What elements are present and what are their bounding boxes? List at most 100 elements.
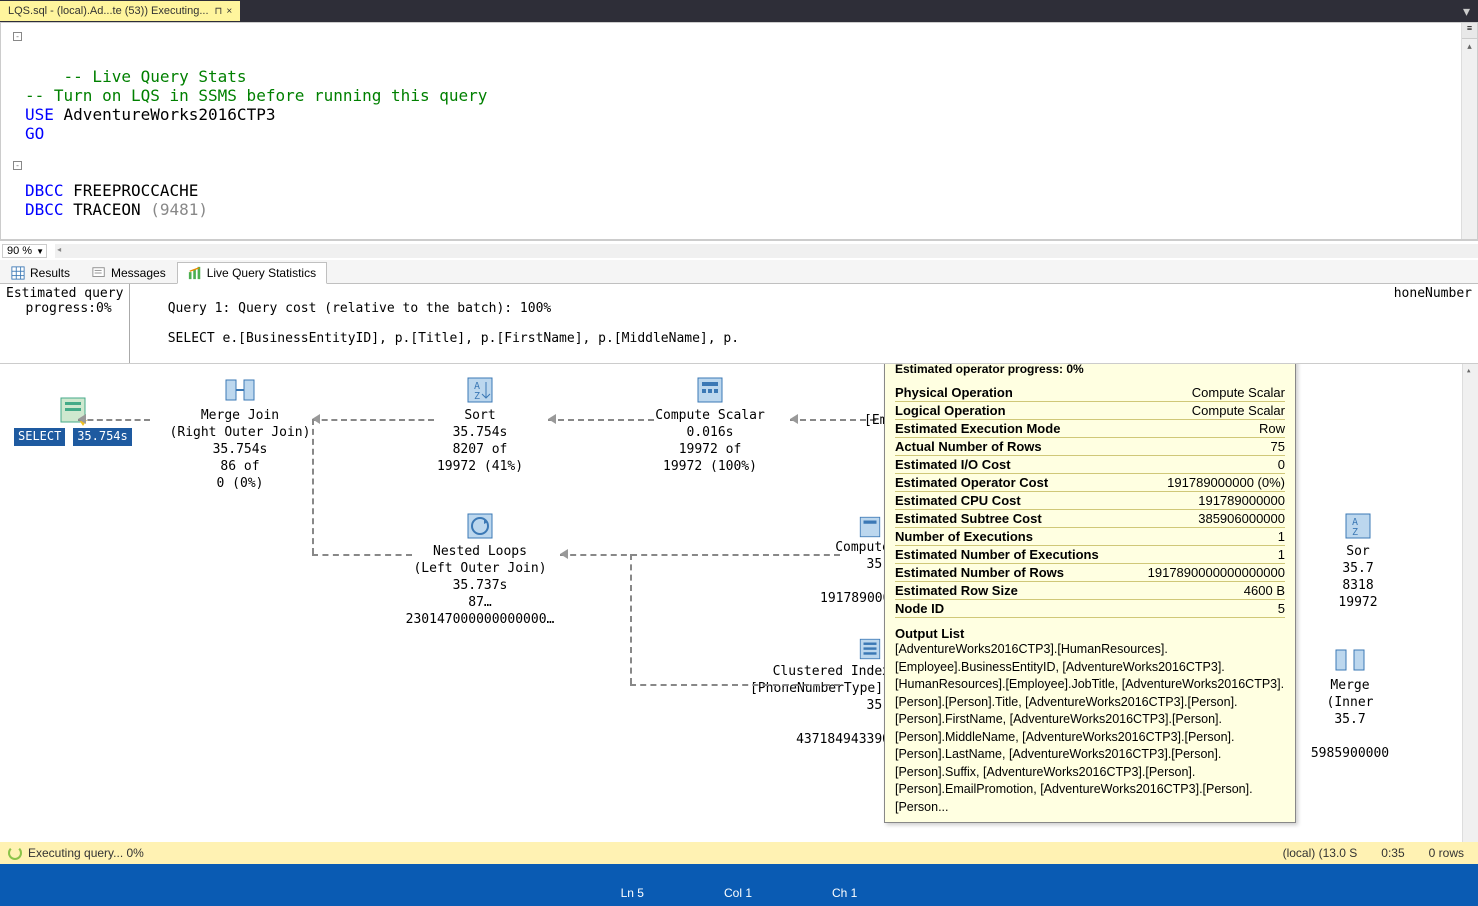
plan-arrow	[630, 684, 840, 686]
code-keyword: USE	[25, 105, 54, 124]
arrow-head-icon	[560, 549, 568, 559]
lqs-icon	[188, 266, 202, 280]
horizontal-scrollbar[interactable]: ◂	[55, 244, 1478, 258]
grid-icon	[11, 266, 25, 280]
plan-node-compute-partial[interactable]: Compute 35. 191789000	[820, 540, 890, 608]
sort-icon: AZ	[1342, 510, 1374, 542]
code-comment: -- Live Query Stats	[64, 67, 247, 86]
plan-node-compute-scalar[interactable]: Compute Scalar 0.016s 19972 of 19972 (10…	[630, 374, 790, 476]
plan-node-merge-partial[interactable]: Merge (Inner 35.7 5985900000	[1310, 644, 1390, 762]
sql-editor-pane: - -- Live Query Stats -- Turn on LQS in …	[0, 22, 1478, 240]
arrow-head-icon	[790, 414, 798, 424]
plan-node-sort-partial[interactable]: AZ Sor 35.7 8318 19972	[1328, 510, 1388, 612]
table-row: Number of Executions1	[895, 528, 1285, 546]
tooltip-output-header: Output List	[895, 626, 1285, 641]
node-subtitle: (Inner	[1310, 695, 1390, 712]
node-rows: 191789000	[820, 591, 890, 608]
estimated-progress-label: Estimated query progress:0%	[0, 284, 130, 363]
node-rows: 87…	[380, 595, 580, 612]
node-pct: 437184943390	[750, 732, 890, 749]
clustered-index-icon	[857, 636, 883, 662]
node-time: 35.	[820, 557, 890, 574]
splitter-icon[interactable]: ≡	[1462, 23, 1477, 39]
plan-node-sort[interactable]: AZ Sort 35.754s 8207 of 19972 (41%)	[410, 374, 550, 476]
tooltip-output-list: [AdventureWorks2016CTP3].[HumanResources…	[895, 641, 1285, 816]
node-time: 35.754s	[150, 442, 330, 459]
spinner-icon	[8, 846, 22, 860]
compute-scalar-icon	[694, 374, 726, 406]
node-time: 0.016s	[630, 425, 790, 442]
status-server: (local) (13.0 S	[1277, 846, 1364, 860]
compute-scalar-icon	[857, 514, 883, 540]
query-sql-line: SELECT e.[BusinessEntityID], p.[Title], …	[168, 331, 739, 346]
close-icon[interactable]: ×	[226, 6, 232, 17]
node-title: Sor	[1328, 544, 1388, 561]
vertical-scrollbar[interactable]: ≡ ▴	[1461, 23, 1477, 239]
node-pct: 19972	[1328, 595, 1388, 612]
window-dropdown-icon[interactable]: ▾	[1455, 3, 1478, 20]
node-subtitle: (Left Outer Join)	[380, 561, 580, 578]
status-bar: Executing query... 0% (local) (13.0 S 0:…	[0, 842, 1478, 864]
outline-toggle-icon[interactable]: -	[13, 161, 22, 170]
operator-tooltip: Compute Scalar Compute new values from e…	[884, 364, 1296, 823]
editor-position-bar: Ln 5 Col 1 Ch 1	[0, 864, 1478, 906]
merge-join-icon	[224, 374, 256, 406]
tab-label: Results	[30, 266, 70, 280]
query-sql-tail: honeNumber	[1388, 284, 1478, 363]
code-keyword: DBCC	[25, 181, 64, 200]
table-row: Estimated Row Size4600 B	[895, 582, 1285, 600]
plan-vertical-scrollbar[interactable]: ▴	[1462, 364, 1478, 842]
tab-messages[interactable]: Messages	[81, 262, 177, 284]
table-row: Actual Number of Rows75	[895, 438, 1285, 456]
editor-zoom-bar: 90 % ▼ ◂	[0, 240, 1478, 260]
tab-results[interactable]: Results	[0, 262, 81, 284]
plan-arrow	[548, 419, 654, 421]
plan-node-nested-loops[interactable]: Nested Loops (Left Outer Join) 35.737s 8…	[380, 510, 580, 628]
node-title: Clustered Index	[750, 664, 890, 681]
code-ident: AdventureWorks2016CTP3	[54, 105, 276, 124]
node-title: Compute Scalar	[630, 408, 790, 425]
plan-node-merge-join[interactable]: Merge Join (Right Outer Join) 35.754s 86…	[150, 374, 330, 492]
plan-arrow-v	[312, 419, 314, 554]
sql-editor[interactable]: - -- Live Query Stats -- Turn on LQS in …	[1, 23, 1477, 239]
table-row: Physical OperationCompute Scalar	[895, 384, 1285, 402]
document-tab[interactable]: LQS.sql - (local).Ad...te (53)) Executin…	[0, 1, 240, 21]
query-plan-canvas[interactable]: SELECT 35.754s Merge Join (Right Outer J…	[0, 364, 1478, 860]
plan-node-clustered-index[interactable]: Clustered Index [PhoneNumberType]. 35. 4…	[750, 664, 890, 748]
svg-text:Z: Z	[1352, 527, 1358, 538]
table-row: Estimated CPU Cost191789000000	[895, 492, 1285, 510]
document-tab-strip: LQS.sql - (local).Ad...te (53)) Executin…	[0, 0, 1478, 22]
table-row: Node ID5	[895, 600, 1285, 618]
node-pct: 230147000000000000…	[380, 612, 580, 629]
merge-join-icon	[1334, 644, 1366, 676]
node-time: 35.7	[1310, 712, 1390, 729]
zoom-select[interactable]: 90 % ▼	[2, 244, 47, 258]
code-keyword: DBCC	[25, 200, 64, 219]
tab-title: LQS.sql - (local).Ad...te (53)) Executin…	[8, 5, 209, 17]
scroll-up-icon[interactable]: ▴	[1464, 41, 1475, 55]
outline-toggle-icon[interactable]: -	[13, 32, 22, 41]
status-rows: 0 rows	[1423, 846, 1470, 860]
select-time: 35.754s	[73, 428, 132, 446]
tab-label: Messages	[111, 266, 166, 280]
nested-loops-icon	[464, 510, 496, 542]
node-title: Nested Loops	[380, 544, 580, 561]
node-time: 35.737s	[380, 578, 580, 595]
node-pct: 19972 (100%)	[630, 459, 790, 476]
cursor-line: Ln 5	[621, 886, 644, 900]
pin-icon[interactable]: ⊓	[215, 6, 223, 17]
query-plan-header: Estimated query progress:0% Query 1: Que…	[0, 284, 1478, 364]
zoom-value: 90 %	[7, 245, 32, 257]
node-rows: 19972 of	[630, 442, 790, 459]
node-title: Sort	[410, 408, 550, 425]
status-text: Executing query... 0%	[28, 846, 144, 860]
node-time: 35.	[750, 698, 890, 715]
tab-live-query-statistics[interactable]: Live Query Statistics	[177, 262, 327, 284]
table-row: Estimated Subtree Cost385906000000	[895, 510, 1285, 528]
status-elapsed: 0:35	[1375, 846, 1410, 860]
code-ident: TRACEON	[64, 200, 151, 219]
table-row: Logical OperationCompute Scalar	[895, 402, 1285, 420]
arrow-head-icon	[548, 414, 556, 424]
node-time: 35.754s	[410, 425, 550, 442]
cursor-ch: Ch 1	[832, 886, 857, 900]
